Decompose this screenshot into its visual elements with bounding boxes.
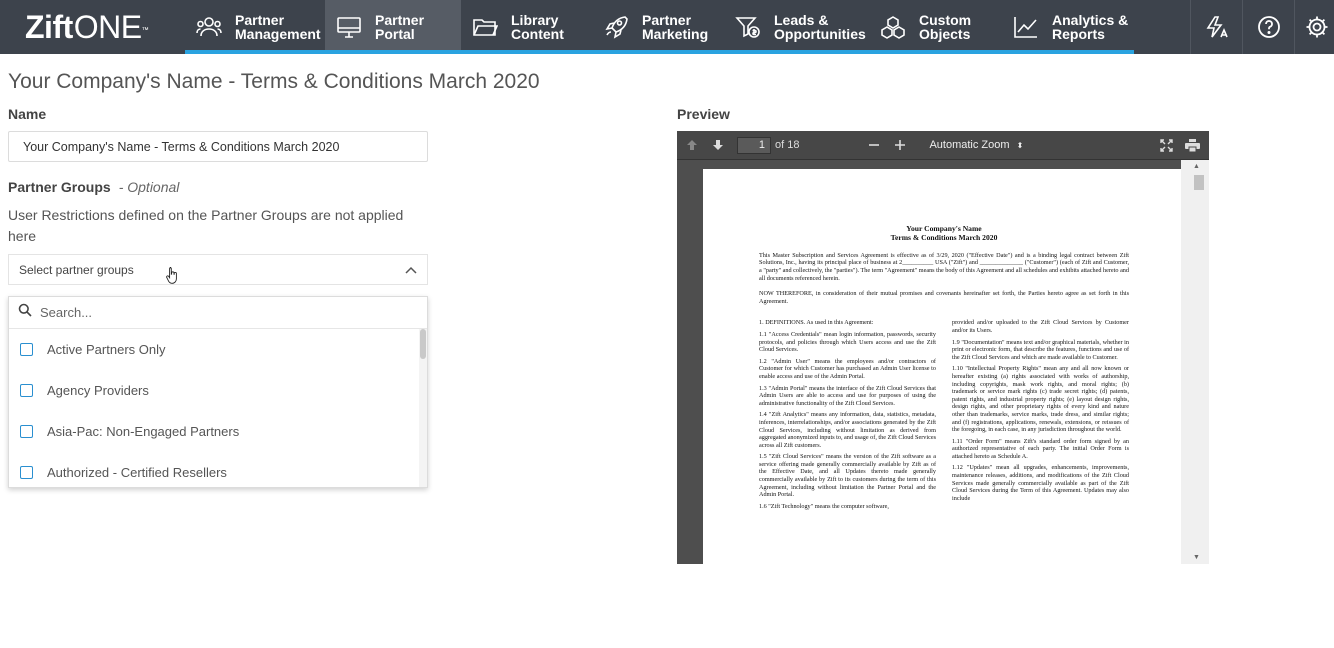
doc-paragraph: 1.11 "Order Form" means Zift's standard …	[952, 437, 1129, 460]
partner-groups-select[interactable]: Select partner groups	[8, 254, 428, 285]
doc-subtitle: Terms & Conditions March 2020	[890, 233, 998, 243]
option-item[interactable]: Agency Providers	[9, 370, 427, 411]
page-number-input[interactable]	[737, 136, 771, 154]
partner-groups-label: Partner Groups - Optional	[8, 179, 179, 195]
name-input[interactable]	[8, 131, 428, 162]
doc-paragraph: provided and/or uploaded to the Zift Clo…	[952, 319, 1129, 334]
doc-columns: 1. DEFINITIONS. As used in this Agreemen…	[759, 315, 1129, 510]
cubes-icon	[879, 13, 907, 41]
doc-intro: This Master Subscription and Services Ag…	[759, 251, 1129, 282]
nav-label: Partner Portal	[375, 12, 425, 42]
pdf-page: Your Company's Name Terms & Conditions M…	[703, 169, 1181, 564]
scroll-up-icon[interactable]: ▲	[1193, 163, 1200, 170]
pdf-viewer: of 18 Automatic Zoom ⬍ Your Company's Na…	[677, 131, 1209, 564]
doc-column-right: provided and/or uploaded to the Zift Clo…	[952, 315, 1129, 510]
option-label: Asia-Pac: Non-Engaged Partners	[47, 424, 240, 439]
print-icon[interactable]	[1179, 134, 1205, 156]
help-icon[interactable]	[1242, 0, 1294, 54]
option-item[interactable]: Authorized - Certified Resellers	[9, 452, 427, 487]
doc-paragraph: 1. DEFINITIONS. As used in this Agreemen…	[759, 319, 874, 327]
nav-partner-management[interactable]: Partner Management	[185, 0, 325, 54]
zift-one-logo[interactable]: Zift ONE ™	[0, 0, 185, 54]
doc-therefore: NOW THEREFORE, in consideration of their…	[759, 290, 1129, 305]
option-checkbox[interactable]	[20, 425, 33, 438]
logo-tm: ™	[141, 26, 149, 34]
nav-label: Partner Marketing	[642, 12, 709, 42]
doc-paragraph: 1.12 "Updates" mean all upgrades, enhanc…	[952, 464, 1129, 502]
quick-actions-icon[interactable]	[1190, 0, 1242, 54]
next-page-icon[interactable]	[705, 134, 731, 156]
doc-paragraph: 1.6 "Zift Technology" means the computer…	[759, 502, 889, 510]
page-title: Your Company's Name - Terms & Conditions…	[8, 70, 540, 93]
partner-groups-title: Partner Groups	[8, 179, 111, 195]
nav-partner-portal[interactable]: Partner Portal	[325, 0, 461, 54]
option-item[interactable]: Asia-Pac: Non-Engaged Partners	[9, 411, 427, 452]
dropdown-search	[9, 297, 427, 329]
line-chart-icon	[1012, 13, 1040, 41]
search-input[interactable]	[40, 305, 400, 320]
logo-thin: ONE	[73, 8, 142, 45]
option-label: Active Partners Only	[47, 342, 166, 357]
doc-paragraph: 1.10 "Intellectual Property Rights" mean…	[952, 365, 1129, 434]
nav-label: Library Content	[511, 12, 564, 42]
settings-gear-icon[interactable]	[1294, 0, 1334, 54]
partner-groups-dropdown: Active Partners Only Agency Providers As…	[8, 296, 428, 488]
zoom-select[interactable]: Automatic Zoom ⬍	[921, 136, 1031, 154]
zoom-value: Automatic Zoom	[929, 139, 1010, 151]
top-navigation: Zift ONE ™ Partner Management Partner Port…	[0, 0, 1334, 54]
option-item[interactable]: Active Partners Only	[9, 329, 427, 370]
pdf-scrollbar-thumb[interactable]	[1194, 175, 1204, 190]
doc-paragraph: 1.4 "Zift Analytics" means any informati…	[759, 411, 936, 449]
pdf-scrollbar[interactable]: ▲ ▼	[1181, 160, 1209, 564]
option-label: Authorized - Certified Resellers	[47, 465, 227, 480]
doc-paragraph: 1.3 "Admin Portal" means the interface o…	[759, 384, 936, 407]
chevron-up-icon[interactable]	[405, 263, 417, 277]
nav-analytics-reports[interactable]: Analytics & Reports	[1002, 0, 1134, 54]
select-placeholder: Select partner groups	[19, 262, 134, 277]
option-label: Agency Providers	[47, 383, 149, 398]
doc-paragraph: 1.5 "Zift Cloud Services" means the vers…	[759, 453, 936, 499]
option-checkbox[interactable]	[20, 466, 33, 479]
nav-label: Partner Management	[235, 12, 321, 42]
select-arrows-icon: ⬍	[1016, 141, 1024, 150]
option-checkbox[interactable]	[20, 384, 33, 397]
optional-tag: - Optional	[118, 179, 180, 195]
partner-groups-help: User Restrictions defined on the Partner…	[8, 207, 404, 244]
zoom-out-icon[interactable]	[861, 134, 887, 156]
folder-icon	[471, 13, 499, 41]
nav-partner-marketing[interactable]: Partner Marketing	[592, 0, 724, 54]
nav-label: Analytics & Reports	[1052, 12, 1129, 42]
fullscreen-icon[interactable]	[1153, 134, 1179, 156]
preview-label: Preview	[677, 106, 730, 122]
nav-custom-objects[interactable]: Custom Objects	[869, 0, 1002, 54]
logo-bold: Zift	[25, 8, 73, 45]
dropdown-scrollbar[interactable]	[419, 329, 427, 487]
previous-page-icon[interactable]	[679, 134, 705, 156]
nav-leads-opportunities[interactable]: Leads & Opportunities	[724, 0, 869, 54]
nav-library-content[interactable]: Library Content	[461, 0, 592, 54]
monitor-icon	[335, 13, 363, 41]
doc-paragraph: 1.9 "Documentation" means text and/or gr…	[952, 338, 1129, 361]
mouse-pointer-icon	[166, 266, 178, 289]
page-count: of 18	[775, 139, 800, 151]
scroll-down-icon[interactable]: ▼	[1193, 554, 1200, 561]
doc-company: Your Company's Name	[906, 224, 982, 233]
nav-label: Leads & Opportunities	[774, 12, 866, 42]
partners-icon	[195, 13, 223, 41]
nav-label: Custom Objects	[919, 12, 972, 42]
name-label: Name	[8, 106, 47, 122]
pdf-toolbar: of 18 Automatic Zoom ⬍	[677, 131, 1209, 160]
nav-utility-icons	[1190, 0, 1334, 54]
scrollbar-thumb[interactable]	[420, 329, 426, 359]
doc-paragraph: 1.1 "Access Credentials" mean login info…	[759, 330, 936, 354]
zoom-in-icon[interactable]	[887, 134, 913, 156]
search-icon	[18, 303, 32, 322]
doc-paragraph: 1.2 "Admin User" means the employees and…	[759, 357, 936, 380]
option-checkbox[interactable]	[20, 343, 33, 356]
funnel-dollar-icon	[734, 13, 762, 41]
pdf-document-area[interactable]: Your Company's Name Terms & Conditions M…	[677, 160, 1209, 564]
rocket-icon	[602, 13, 630, 41]
doc-column-left: 1. DEFINITIONS. As used in this Agreemen…	[759, 315, 936, 510]
